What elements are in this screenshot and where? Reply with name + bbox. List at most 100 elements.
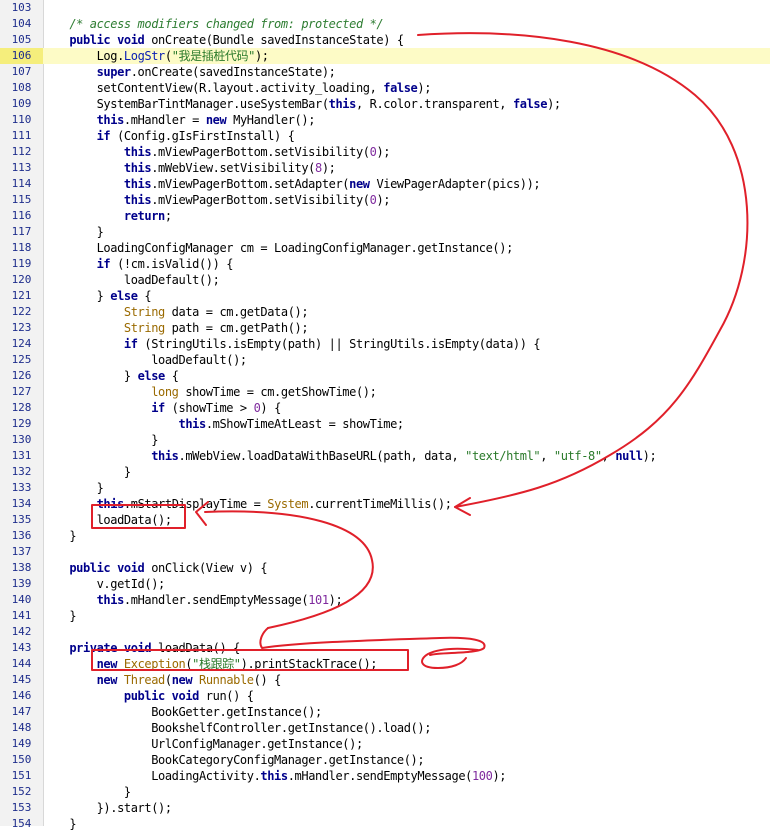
- code-text: if (!cm.isValid()) {: [42, 256, 234, 272]
- code-line: 148 BookshelfController.getInstance().lo…: [0, 720, 770, 736]
- code-line: 114 this.mViewPagerBottom.setAdapter(new…: [0, 176, 770, 192]
- code-text: }: [42, 224, 104, 240]
- code-token: }: [123, 785, 131, 799]
- code-token: .mShowTimeAtLeast = showTime;: [205, 417, 404, 431]
- code-token: (Config.gIsFirstInstall) {: [110, 129, 295, 143]
- line-number: 154: [11, 817, 32, 830]
- code-line: 150 BookCategoryConfigManager.getInstanc…: [0, 752, 770, 768]
- code-token: LoadingActivity.: [151, 769, 261, 783]
- line-number: 127: [11, 385, 32, 398]
- code-token: "utf-8": [553, 449, 602, 463]
- code-token: new: [96, 673, 118, 687]
- code-text: super.onCreate(savedInstanceState);: [42, 64, 336, 80]
- line-number: 141: [11, 609, 32, 622]
- code-line: 123 String path = cm.getPath();: [0, 320, 770, 336]
- code-token: public void: [123, 689, 199, 703]
- code-text: this.mHandler.sendEmptyMessage(101);: [42, 592, 343, 608]
- code-line: 103: [0, 0, 770, 16]
- line-number: 113: [11, 161, 32, 174]
- code-token: }: [96, 225, 104, 239]
- code-token: else: [137, 369, 166, 383]
- code-text: LoadingConfigManager cm = LoadingConfigM…: [42, 240, 514, 256]
- code-text: this.mWebView.loadDataWithBaseURL(path, …: [42, 448, 656, 464]
- code-line: 151 LoadingActivity.this.mHandler.sendEm…: [0, 768, 770, 784]
- code-line: 137: [0, 544, 770, 560]
- line-number: 115: [11, 193, 32, 206]
- code-text: long showTime = cm.getShowTime();: [42, 384, 377, 400]
- code-text: UrlConfigManager.getInstance();: [42, 736, 363, 752]
- code-token: this: [96, 593, 125, 607]
- code-token: }: [69, 529, 77, 543]
- code-text: public void onClick(View v) {: [42, 560, 267, 576]
- code-line: 107 super.onCreate(savedInstanceState);: [0, 64, 770, 80]
- code-text: }: [42, 480, 104, 496]
- code-editor: 103 104 /* access modifiers changed from:…: [0, 0, 770, 831]
- code-line: 154 }: [0, 816, 770, 832]
- code-text: public void onCreate(Bundle savedInstanc…: [42, 32, 404, 48]
- code-line: 118 LoadingConfigManager cm = LoadingCon…: [0, 240, 770, 256]
- code-text: this.mStartDisplayTime = System.currentT…: [42, 496, 452, 512]
- code-token: Exception: [123, 657, 186, 671]
- code-token: 8: [315, 161, 322, 175]
- code-text: String data = cm.getData();: [42, 304, 309, 320]
- code-text: BookCategoryConfigManager.getInstance();: [42, 752, 424, 768]
- code-text: if (showTime > 0) {: [42, 400, 281, 416]
- code-line: 129 this.mShowTimeAtLeast = showTime;: [0, 416, 770, 432]
- code-text: }: [42, 464, 131, 480]
- line-number: 140: [11, 593, 32, 606]
- code-text: return;: [42, 208, 172, 224]
- line-number: 136: [11, 529, 32, 542]
- code-token: Log.: [96, 49, 125, 63]
- code-line: 109 SystemBarTintManager.useSystemBar(th…: [0, 96, 770, 112]
- code-line: 149 UrlConfigManager.getInstance();: [0, 736, 770, 752]
- line-number: 114: [11, 177, 32, 190]
- line-number: 132: [11, 465, 32, 478]
- code-token: );: [376, 193, 391, 207]
- code-token: );: [376, 145, 391, 159]
- code-token: ;: [164, 209, 172, 223]
- line-number: 120: [11, 273, 32, 286]
- code-line: 143 private void loadData() {: [0, 640, 770, 656]
- code-text: }).start();: [42, 800, 172, 816]
- code-token: (: [164, 49, 172, 63]
- code-text: this.mViewPagerBottom.setVisibility(0);: [42, 192, 391, 208]
- code-token: }: [69, 817, 77, 831]
- line-number: 117: [11, 225, 32, 238]
- code-token: .mHandler.sendEmptyMessage(: [287, 769, 473, 783]
- code-text: loadDefault();: [42, 272, 220, 288]
- code-line: 124 if (StringUtils.isEmpty(path) || Str…: [0, 336, 770, 352]
- code-token: this: [96, 113, 125, 127]
- code-token: loadDefault();: [151, 353, 247, 367]
- code-token: new: [205, 113, 227, 127]
- line-number: 150: [11, 753, 32, 766]
- code-token: .mViewPagerBottom.setVisibility(: [151, 193, 370, 207]
- code-line: 115 this.mViewPagerBottom.setVisibility(…: [0, 192, 770, 208]
- code-token: }: [123, 369, 138, 383]
- code-token: );: [328, 593, 343, 607]
- code-token: System: [267, 497, 309, 511]
- line-number: 149: [11, 737, 32, 750]
- line-number: 116: [11, 209, 32, 222]
- code-text: private void loadData() {: [42, 640, 240, 656]
- code-token: UrlConfigManager.getInstance();: [151, 737, 363, 751]
- line-number: 129: [11, 417, 32, 430]
- line-number: 125: [11, 353, 32, 366]
- line-number: 128: [11, 401, 32, 414]
